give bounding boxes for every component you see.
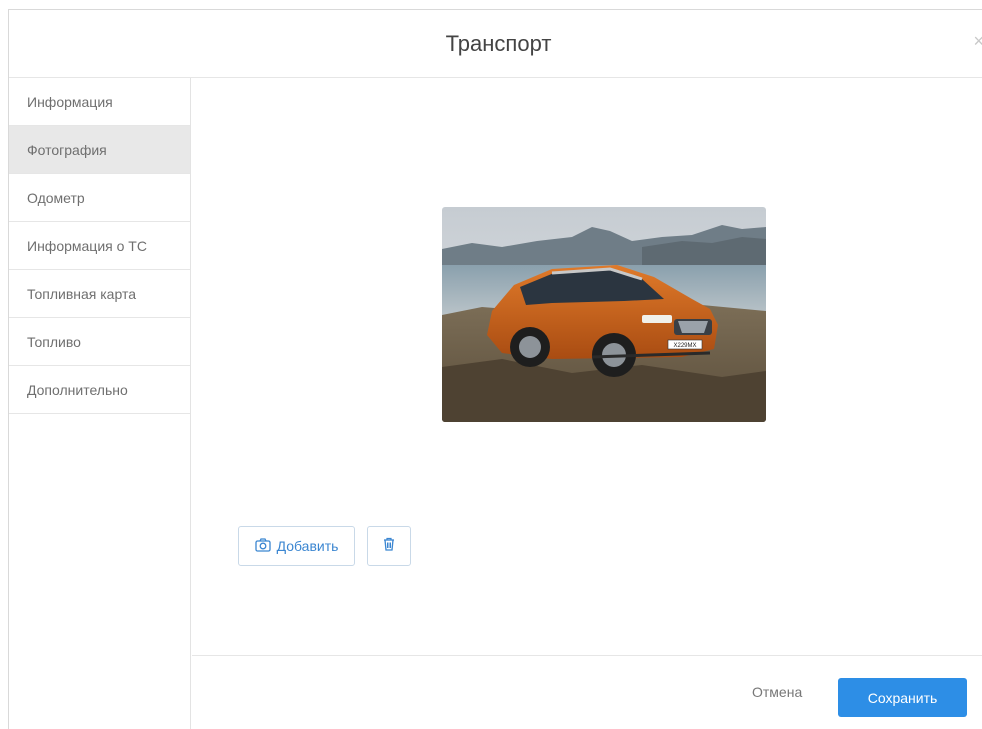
transport-modal: Транспорт × Информация Фотография Одомет… — [8, 9, 982, 729]
add-photo-label: Добавить — [276, 538, 339, 554]
modal-title: Транспорт — [445, 30, 552, 56]
sidebar-item-label: Фотография — [27, 141, 107, 158]
close-icon[interactable]: × — [973, 32, 982, 50]
sidebar-item-vehicle-info[interactable]: Информация о ТС — [9, 222, 190, 270]
save-button[interactable]: Сохранить — [838, 678, 967, 717]
photo-panel: Х229МХ Добавить — [192, 78, 982, 655]
sidebar-item-fuel-card[interactable]: Топливная карта — [9, 270, 190, 318]
sidebar-item-label: Одометр — [27, 189, 85, 206]
vehicle-photo-illustration: Х229МХ — [442, 207, 766, 422]
sidebar-item-fuel[interactable]: Топливо — [9, 318, 190, 366]
sidebar-item-info[interactable]: Информация — [9, 78, 190, 126]
license-plate-text: Х229МХ — [673, 343, 696, 349]
delete-photo-button[interactable] — [367, 526, 411, 566]
sidebar-item-additional[interactable]: Дополнительно — [9, 366, 190, 414]
modal-footer: Отмена Сохранить — [192, 655, 982, 729]
sidebar-item-label: Топливная карта — [27, 285, 136, 302]
camera-icon — [254, 537, 271, 555]
vehicle-photo: Х229МХ — [442, 207, 766, 422]
modal-header: Транспорт × — [9, 10, 982, 78]
sidebar-item-odometer[interactable]: Одометр — [9, 174, 190, 222]
sidebar-item-label: Информация о ТС — [27, 237, 147, 254]
sidebar-item-label: Информация — [27, 93, 113, 110]
sidebar-item-label: Топливо — [27, 333, 81, 350]
trash-icon — [383, 537, 395, 556]
add-photo-button[interactable]: Добавить — [238, 526, 355, 566]
sidebar-item-label: Дополнительно — [27, 381, 128, 398]
cancel-button[interactable]: Отмена — [752, 684, 802, 700]
sidebar-item-photo[interactable]: Фотография — [9, 126, 190, 174]
sidebar-nav: Информация Фотография Одометр Информация… — [9, 78, 191, 729]
